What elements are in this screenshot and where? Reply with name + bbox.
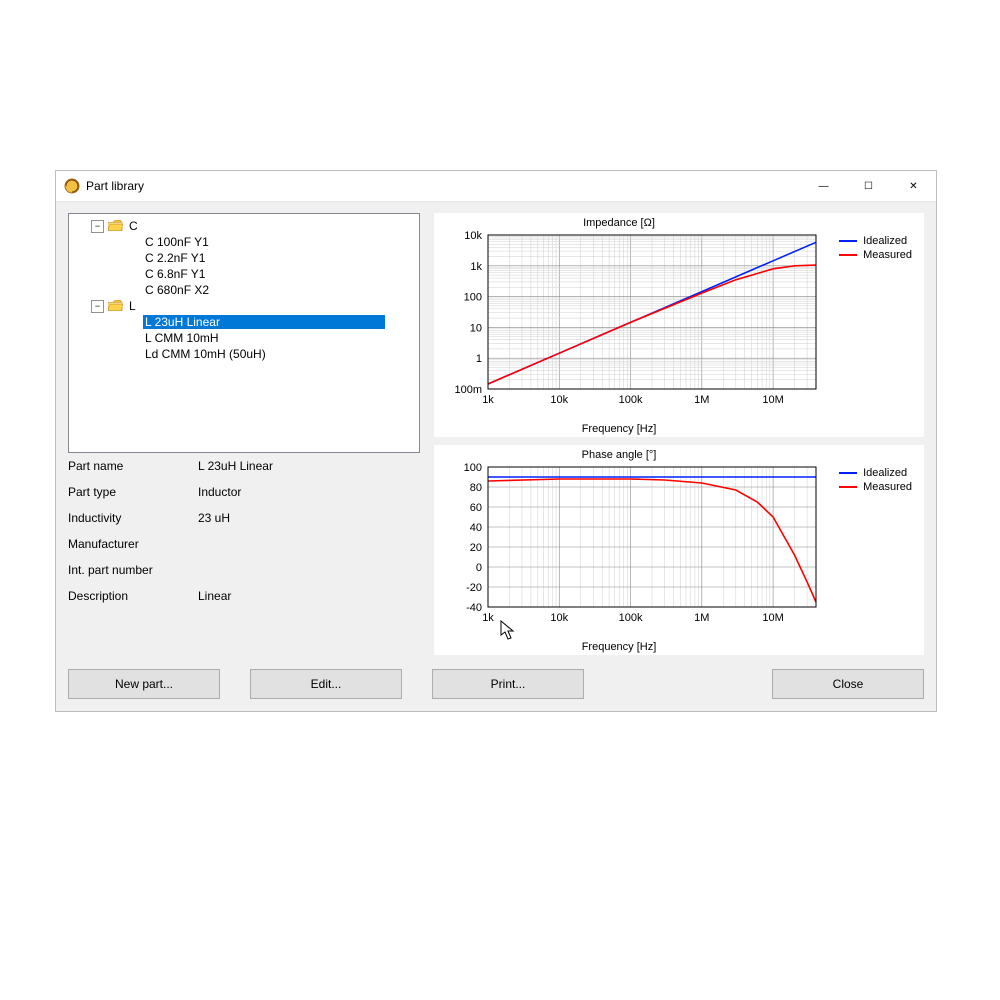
window-title: Part library: [86, 179, 144, 193]
svg-text:1k: 1k: [470, 261, 482, 273]
details-row: Part typeInductor: [68, 479, 418, 505]
svg-text:-40: -40: [466, 602, 482, 614]
details-row: Int. part number: [68, 557, 418, 583]
svg-text:0: 0: [476, 562, 482, 574]
part-library-window: Part library — ☐ ✕ −CC 100nF Y1C 2.2nF Y…: [55, 170, 937, 712]
tree-item-label: C 680nF X2: [143, 283, 211, 297]
svg-text:80: 80: [470, 482, 482, 494]
chart-title: Impedance [Ω]: [434, 217, 804, 229]
print-button[interactable]: Print...: [432, 669, 584, 699]
tree-folder[interactable]: −C: [69, 218, 419, 234]
tree-item[interactable]: C 680nF X2: [69, 282, 419, 298]
svg-text:10M: 10M: [762, 612, 783, 624]
svg-text:-20: -20: [466, 582, 482, 594]
details-label: Manufacturer: [68, 537, 198, 551]
app-icon: [64, 178, 80, 194]
svg-text:1M: 1M: [694, 394, 709, 406]
button-bar: New part... Edit... Print... Close: [68, 669, 924, 699]
tree-item[interactable]: L CMM 10mH: [69, 330, 419, 346]
svg-text:10k: 10k: [550, 612, 568, 624]
legend-swatch: [839, 254, 857, 256]
details-label: Description: [68, 589, 198, 603]
legend-item: Idealized: [839, 467, 912, 479]
details-label: Part type: [68, 485, 198, 499]
expander-icon[interactable]: −: [91, 300, 104, 313]
svg-text:1k: 1k: [482, 612, 494, 624]
part-details: Part nameL 23uH LinearPart typeInductorI…: [68, 453, 418, 609]
chart-xlabel: Frequency [Hz]: [434, 641, 804, 653]
details-row: DescriptionLinear: [68, 583, 418, 609]
details-row: Manufacturer: [68, 531, 418, 557]
details-value: Inductor: [198, 485, 418, 499]
tree-item[interactable]: C 100nF Y1: [69, 234, 419, 250]
svg-text:10: 10: [470, 322, 482, 334]
legend-label: Measured: [863, 249, 912, 261]
phase-chart: Phase angle [°] 1k 10k 100k 1M 10M -40 -20 0 20 4…: [434, 445, 924, 655]
close-button[interactable]: Close: [772, 669, 924, 699]
chart-xlabel: Frequency [Hz]: [434, 423, 804, 435]
edit-button[interactable]: Edit...: [250, 669, 402, 699]
phase-plot: 1k 10k 100k 1M 10M -40 -20 0 20 40 60 80 100: [442, 461, 822, 639]
legend-item: Idealized: [839, 235, 912, 247]
impedance-plot: 1k 10k 100k 1M 10M 100m 1 10 100 1k 10k: [442, 229, 822, 421]
svg-text:60: 60: [470, 502, 482, 514]
svg-text:100k: 100k: [619, 394, 643, 406]
chart-legend: Idealized Measured: [839, 467, 912, 495]
window-close-button[interactable]: ✕: [891, 171, 936, 201]
tree-item[interactable]: Ld CMM 10mH (50uH): [69, 346, 419, 362]
svg-text:1M: 1M: [694, 612, 709, 624]
svg-text:20: 20: [470, 542, 482, 554]
legend-item: Measured: [839, 249, 912, 261]
tree-item-label: Ld CMM 10mH (50uH): [143, 347, 268, 361]
folder-icon: [108, 220, 123, 232]
expander-icon[interactable]: −: [91, 220, 104, 233]
tree-item-label: L CMM 10mH: [143, 331, 221, 345]
tree-item-label: C 6.8nF Y1: [143, 267, 207, 281]
chart-title: Phase angle [°]: [434, 449, 804, 461]
tree-item-label: C 2.2nF Y1: [143, 251, 207, 265]
legend-swatch: [839, 240, 857, 242]
svg-text:100: 100: [464, 462, 482, 474]
svg-text:40: 40: [470, 522, 482, 534]
svg-text:10k: 10k: [550, 394, 568, 406]
svg-text:10M: 10M: [762, 394, 783, 406]
svg-text:100m: 100m: [454, 384, 482, 396]
tree-item[interactable]: L 23uH Linear: [69, 314, 419, 330]
svg-text:1: 1: [476, 353, 482, 365]
legend-swatch: [839, 472, 857, 474]
folder-icon: [108, 300, 123, 312]
legend-swatch: [839, 486, 857, 488]
svg-text:10k: 10k: [464, 230, 482, 242]
tree-folder-label: L: [127, 299, 138, 313]
parts-tree[interactable]: −CC 100nF Y1C 2.2nF Y1C 6.8nF Y1C 680nF …: [68, 213, 420, 453]
titlebar[interactable]: Part library — ☐ ✕: [56, 171, 936, 202]
tree-item-label: C 100nF Y1: [143, 235, 211, 249]
client-area: −CC 100nF Y1C 2.2nF Y1C 6.8nF Y1C 680nF …: [56, 201, 936, 711]
legend-label: Measured: [863, 481, 912, 493]
tree-item-label: L 23uH Linear: [143, 315, 385, 329]
chart-legend: Idealized Measured: [839, 235, 912, 263]
details-value: Linear: [198, 589, 418, 603]
new-part-button[interactable]: New part...: [68, 669, 220, 699]
details-row: Part nameL 23uH Linear: [68, 453, 418, 479]
details-label: Part name: [68, 459, 198, 473]
window-maximize-button[interactable]: ☐: [846, 171, 891, 201]
details-value: 23 uH: [198, 511, 418, 525]
legend-label: Idealized: [863, 467, 907, 479]
tree-item[interactable]: C 6.8nF Y1: [69, 266, 419, 282]
legend-label: Idealized: [863, 235, 907, 247]
impedance-chart: Impedance [Ω] 1k10k100k1M10M100m1101001k…: [434, 213, 924, 437]
tree-folder[interactable]: −L: [69, 298, 419, 314]
details-label: Int. part number: [68, 563, 198, 577]
tree-item[interactable]: C 2.2nF Y1: [69, 250, 419, 266]
details-row: Inductivity23 uH: [68, 505, 418, 531]
tree-folder-label: C: [127, 219, 140, 233]
details-label: Inductivity: [68, 511, 198, 525]
svg-text:100: 100: [464, 292, 482, 304]
window-minimize-button[interactable]: —: [801, 171, 846, 201]
legend-item: Measured: [839, 481, 912, 493]
details-value: L 23uH Linear: [198, 459, 418, 473]
svg-text:100k: 100k: [619, 612, 643, 624]
svg-text:1k: 1k: [482, 394, 494, 406]
